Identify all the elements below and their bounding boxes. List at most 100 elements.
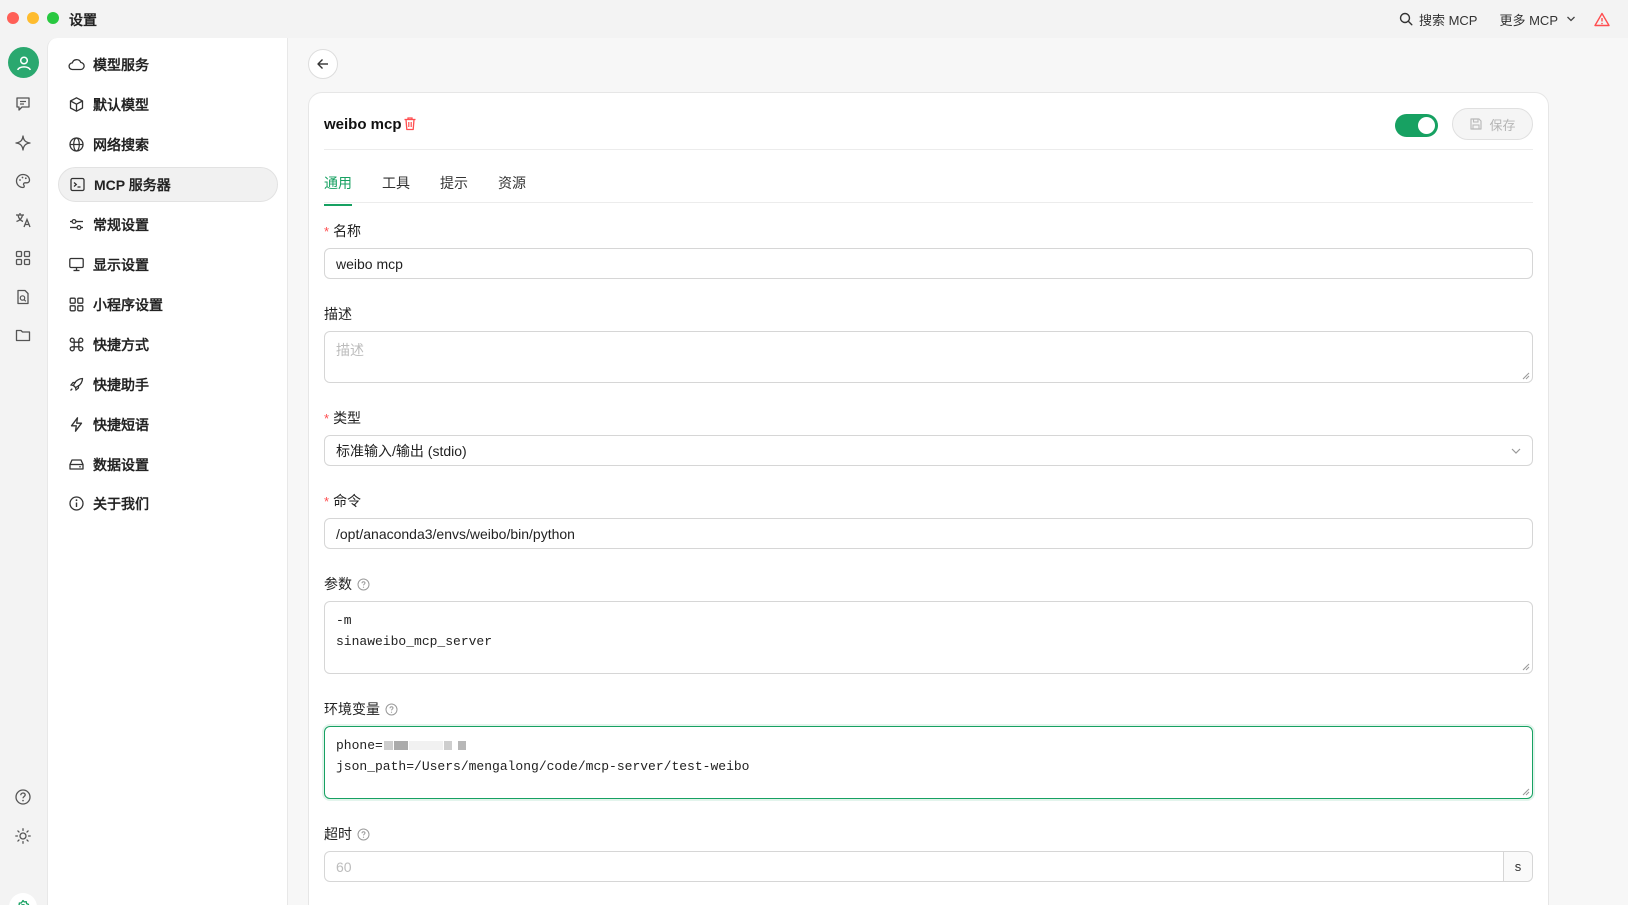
apps-grid-icon [68,296,93,313]
cloud-icon [68,56,93,73]
resize-handle-icon[interactable] [1522,788,1530,796]
nav-item-mcp-servers[interactable]: MCP 服务器 [58,167,278,202]
warning-icon[interactable] [1594,12,1616,27]
cube-icon [68,96,93,113]
save-icon [1469,117,1489,131]
server-name-title: weibo mcp [324,116,402,133]
nav-item-shortcuts[interactable]: 快捷方式 [58,327,278,362]
arrow-left-icon [316,57,330,71]
redacted-value [457,741,466,751]
settings-nav: 模型服务 默认模型 网络搜索 MCP 服务器 常规设置 显示设置 小程序设置 快… [47,38,288,905]
description-label: 描述 [324,304,352,324]
palette-icon[interactable] [14,172,32,190]
info-icon [68,495,93,512]
folder-icon[interactable] [14,326,32,344]
args-textarea[interactable]: -m sinaweibo_mcp_server [324,601,1533,674]
chevron-down-icon [1558,14,1576,24]
nav-item-web-search[interactable]: 网络搜索 [58,127,278,162]
args-line: sinaweibo_mcp_server [336,634,493,649]
command-label-text: 命令 [333,493,362,509]
required-mark: * [324,493,330,509]
redacted-value [383,741,393,751]
type-label-text: 类型 [333,410,362,426]
settings-icon[interactable] [9,893,37,905]
tab-general[interactable]: 通用 [324,173,352,206]
redacted-value [408,741,443,751]
chat-icon[interactable] [14,95,32,113]
brightness-icon[interactable] [14,827,32,845]
required-mark: * [324,223,330,239]
nav-item-default-model[interactable]: 默认模型 [58,87,278,122]
more-mcp-dropdown[interactable]: 更多 MCP [1499,10,1576,29]
timeout-placeholder: 60 [336,858,352,875]
enable-server-toggle[interactable] [1395,114,1438,137]
nav-item-quick-assistant[interactable]: 快捷助手 [58,367,278,402]
args-label-text: 参数 [324,576,352,592]
question-circle-icon[interactable] [357,828,370,841]
nav-item-label: 快捷短语 [93,416,149,433]
toggle-knob [1418,117,1435,134]
sparkle-icon[interactable] [14,134,32,152]
args-label: 参数 [324,574,370,594]
nav-item-label: 关于我们 [93,495,149,512]
resize-handle-icon[interactable] [1522,663,1530,671]
sliders-icon [68,216,93,233]
nav-item-model-service[interactable]: 模型服务 [58,47,278,82]
minimize-window-button[interactable] [27,12,39,24]
args-line: -m [336,613,352,628]
user-avatar-icon[interactable] [8,47,39,78]
card-header: weibo mcp 保存 [324,108,1533,150]
name-value: weibo mcp [336,255,403,272]
timeout-input[interactable]: 60 s [324,851,1533,882]
terminal-icon [69,176,94,193]
command-icon [68,336,93,353]
chevron-down-icon [1510,445,1522,457]
nav-item-general-settings[interactable]: 常规设置 [58,207,278,242]
title-bar: 设置 搜索 MCP 更多 MCP [0,0,1628,38]
save-button[interactable]: 保存 [1452,108,1533,140]
main-content: weibo mcp 保存 通用 工具 提示 资源 * 名称 weibo mcp … [288,38,1628,905]
translate-icon[interactable] [14,211,32,229]
mcp-server-card: weibo mcp 保存 通用 工具 提示 资源 * 名称 weibo mcp … [308,92,1549,905]
description-textarea[interactable]: 描述 [324,331,1533,383]
nav-item-about-us[interactable]: 关于我们 [58,486,278,521]
nav-item-label: 常规设置 [93,216,149,233]
env-textarea[interactable]: phone= json_path=/Users/mengalong/code/mc… [324,726,1533,799]
command-input[interactable]: /opt/anaconda3/envs/weibo/bin/python [324,518,1533,549]
question-circle-icon[interactable] [385,703,398,716]
command-label: * 命令 [324,491,361,511]
tab-prompts[interactable]: 提示 [440,173,468,204]
window-title: 设置 [69,12,97,28]
nav-item-miniapp-settings[interactable]: 小程序设置 [58,287,278,322]
type-select[interactable]: 标准输入/输出 (stdio) [324,435,1533,466]
back-button[interactable] [308,49,338,79]
name-input[interactable]: weibo mcp [324,248,1533,279]
name-label-text: 名称 [333,223,362,239]
tab-tools[interactable]: 工具 [382,173,410,204]
apps-grid-icon[interactable] [14,249,32,267]
required-mark: * [324,410,330,426]
monitor-icon [68,256,93,273]
delete-server-icon[interactable] [403,116,417,131]
nav-item-label: MCP 服务器 [94,176,171,193]
question-circle-icon[interactable] [357,578,370,591]
env-line: json_path=/Users/mengalong/code/mcp-serv… [336,759,750,774]
nav-item-label: 网络搜索 [93,136,149,153]
tab-bar: 通用 工具 提示 资源 [324,165,1533,206]
nav-item-label: 模型服务 [93,56,149,73]
command-value: /opt/anaconda3/envs/weibo/bin/python [336,525,575,542]
nav-item-data-settings[interactable]: 数据设置 [58,447,278,482]
env-label-text: 环境变量 [324,701,380,717]
close-window-button[interactable] [7,12,19,24]
timeout-unit: s [1503,852,1532,881]
file-search-icon[interactable] [14,288,32,306]
env-label: 环境变量 [324,699,398,719]
search-mcp-button[interactable]: 搜索 MCP [1399,10,1477,29]
maximize-window-button[interactable] [47,12,59,24]
type-label: * 类型 [324,408,361,428]
nav-item-quick-phrases[interactable]: 快捷短语 [58,407,278,442]
resize-handle-icon[interactable] [1522,372,1530,380]
tab-resources[interactable]: 资源 [498,173,526,204]
nav-item-display-settings[interactable]: 显示设置 [58,247,278,282]
help-icon[interactable] [14,788,32,806]
